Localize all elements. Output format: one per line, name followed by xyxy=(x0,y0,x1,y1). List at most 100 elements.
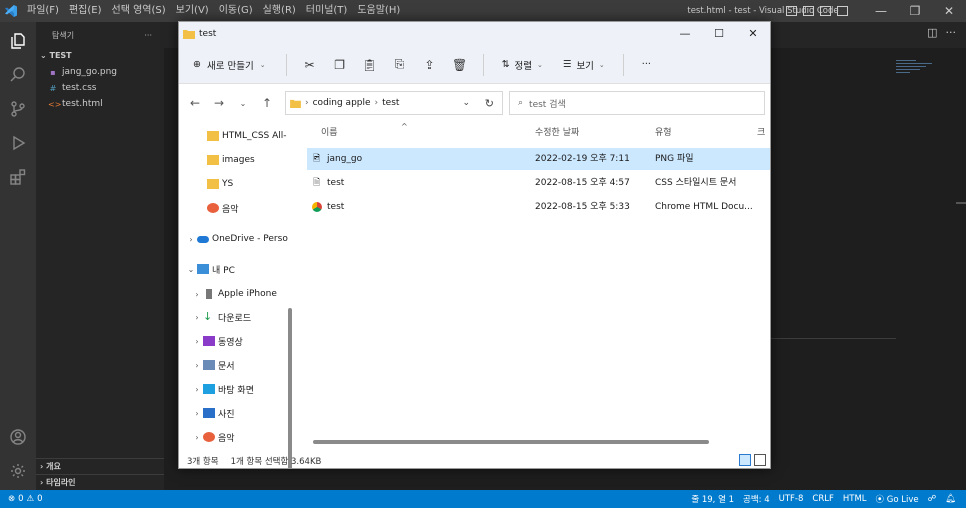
paste-icon[interactable]: 📋︎ xyxy=(355,53,385,77)
search-input[interactable]: ⌕ test 검색 xyxy=(509,91,765,115)
explorer-maximize-button[interactable]: ☐ xyxy=(702,22,736,46)
menu-file[interactable]: 파일(F) xyxy=(22,0,64,22)
nav-item-onedrive[interactable]: › OneDrive - Perso xyxy=(185,229,287,249)
minimap[interactable] xyxy=(896,60,956,94)
horizontal-scrollbar[interactable] xyxy=(313,440,709,444)
chevron-right-icon[interactable]: › xyxy=(191,361,203,370)
menu-selection[interactable]: 선택 영역(S) xyxy=(107,0,171,22)
nav-item-music-2[interactable]: › 음악 xyxy=(191,427,235,447)
sort-button[interactable]: ⇅ 정렬 ⌄ xyxy=(492,58,553,72)
menu-help[interactable]: 도움말(H) xyxy=(352,0,405,22)
column-size[interactable]: 크기 xyxy=(757,122,770,160)
restore-button[interactable]: ❐ xyxy=(898,0,932,22)
nav-item-this-pc[interactable]: ⌄ 내 PC xyxy=(185,259,235,279)
toggle-secondary-sidebar-icon[interactable] xyxy=(820,6,831,16)
run-debug-icon[interactable] xyxy=(0,126,36,160)
chevron-right-icon[interactable]: › xyxy=(191,409,203,418)
rename-icon[interactable]: ⎘ xyxy=(385,53,415,77)
column-name[interactable]: 이름 xyxy=(321,122,338,144)
menu-terminal[interactable]: 터미널(T) xyxy=(301,0,353,22)
indentation[interactable]: 공백: 4 xyxy=(743,493,770,505)
more-options-button[interactable]: ··· xyxy=(632,59,661,70)
chevron-right-icon[interactable]: › xyxy=(191,337,203,346)
nav-item-videos[interactable]: › 동영상 xyxy=(191,331,243,351)
notifications-bell-icon[interactable]: 🔔︎ xyxy=(945,494,956,504)
chevron-right-icon[interactable]: › xyxy=(191,290,203,299)
chevron-right-icon[interactable]: › xyxy=(191,313,203,322)
sidebar-more-icon[interactable]: ··· xyxy=(144,31,152,40)
minimize-button[interactable]: — xyxy=(864,0,898,22)
encoding[interactable]: UTF-8 xyxy=(779,494,804,504)
extensions-icon[interactable] xyxy=(0,160,36,194)
nav-scrollbar[interactable] xyxy=(288,308,292,468)
chevron-right-icon[interactable]: › xyxy=(191,385,203,394)
close-button[interactable]: ✕ xyxy=(932,0,966,22)
menu-go[interactable]: 이동(G) xyxy=(214,0,258,22)
nav-item-documents[interactable]: › 문서 xyxy=(191,355,235,375)
file-row-test-html[interactable]: test 2022-08-15 오후 5:33 Chrome HTML Docu… xyxy=(307,196,770,218)
menu-run[interactable]: 실행(R) xyxy=(258,0,301,22)
source-control-icon[interactable] xyxy=(0,92,36,126)
file-test-html[interactable]: <> test.html xyxy=(36,96,164,112)
cut-icon[interactable]: ✂ xyxy=(295,53,325,77)
file-test-css[interactable]: # test.css xyxy=(36,80,164,96)
toggle-sidebar-icon[interactable] xyxy=(786,6,797,16)
explorer-files-icon[interactable] xyxy=(0,24,36,58)
nav-item-music[interactable]: 음악 xyxy=(207,198,239,218)
breadcrumb-coding-apple[interactable]: coding apple xyxy=(313,98,371,108)
editor-scrollbar[interactable] xyxy=(956,202,966,204)
chevron-right-icon[interactable]: › xyxy=(185,235,197,244)
nav-item-ys[interactable]: YS xyxy=(207,174,233,194)
toggle-panel-icon[interactable] xyxy=(803,6,814,16)
chevron-down-icon[interactable]: ⌄ xyxy=(185,265,197,274)
nav-item-pictures[interactable]: › 사진 xyxy=(191,403,235,423)
breadcrumb-test[interactable]: test xyxy=(382,98,399,108)
file-row-jang-go[interactable]: 🖻︎ jang_go 2022-02-19 오후 7:11 PNG 파일 xyxy=(307,148,770,170)
details-view-icon[interactable] xyxy=(739,454,751,466)
file-row-test-css[interactable]: 🗎︎ test 2022-08-15 오후 4:57 CSS 스타일시트 문서 xyxy=(307,172,770,194)
split-editor-icon[interactable]: ◫ xyxy=(927,26,937,39)
feedback-icon[interactable]: ☍ xyxy=(928,494,937,504)
column-date[interactable]: 수정한 날짜 xyxy=(535,122,579,144)
cursor-position[interactable]: 줄 19, 열 1 xyxy=(691,493,734,505)
address-dropdown-icon[interactable]: ⌄ xyxy=(462,98,470,108)
nav-item-images[interactable]: images xyxy=(207,150,255,170)
view-button[interactable]: ☰ 보기 ⌄ xyxy=(553,58,615,72)
back-arrow-icon[interactable]: ← xyxy=(183,96,207,110)
address-bar[interactable]: › coding apple › test ⌄ ↻ xyxy=(285,91,503,115)
account-icon[interactable] xyxy=(0,420,36,454)
share-icon[interactable]: ⇪ xyxy=(415,53,445,77)
explorer-minimize-button[interactable]: — xyxy=(668,22,702,46)
more-actions-icon[interactable]: ··· xyxy=(946,26,957,39)
new-button[interactable]: ⊕ 새로 만들기 ⌄ xyxy=(193,58,278,72)
file-list: 이름 ^ 수정한 날짜 유형 크기 🖻︎ jang_go 2022-02-19 … xyxy=(297,122,770,452)
explorer-close-button[interactable]: ✕ xyxy=(736,22,770,46)
delete-trash-icon[interactable]: 🗑︎ xyxy=(445,53,475,77)
end-of-line[interactable]: CRLF xyxy=(812,494,833,504)
folder-test-header[interactable]: ⌄ TEST xyxy=(36,48,164,64)
copy-icon[interactable]: ❐ xyxy=(325,53,355,77)
outline-section[interactable]: › 개요 xyxy=(36,458,164,475)
settings-gear-icon[interactable] xyxy=(0,454,36,488)
file-jang-go-png[interactable]: ▪ jang_go.png xyxy=(36,64,164,80)
nav-item-desktop[interactable]: › 바탕 화면 xyxy=(191,379,254,399)
recent-locations-icon[interactable]: ⌄ xyxy=(231,99,255,108)
menu-edit[interactable]: 편집(E) xyxy=(64,0,107,22)
search-icon[interactable] xyxy=(0,58,36,92)
forward-arrow-icon[interactable]: → xyxy=(207,96,231,110)
nav-item-html-css[interactable]: HTML_CSS All- xyxy=(207,126,287,146)
large-icons-view-icon[interactable] xyxy=(754,454,766,466)
chevron-right-icon[interactable]: › xyxy=(191,433,203,442)
column-type[interactable]: 유형 xyxy=(655,122,672,144)
document-icon xyxy=(203,360,215,370)
customize-layout-icon[interactable] xyxy=(837,6,848,16)
timeline-section[interactable]: › 타임라인 xyxy=(36,474,164,491)
go-live-button[interactable]: ⦿ Go Live xyxy=(876,493,919,505)
up-arrow-icon[interactable]: ↑ xyxy=(255,96,279,110)
language-mode[interactable]: HTML xyxy=(843,494,867,504)
problems-indicator[interactable]: ⊗ 0 ⚠ 0 xyxy=(0,494,43,504)
menu-view[interactable]: 보기(V) xyxy=(171,0,214,22)
refresh-icon[interactable]: ↻ xyxy=(485,97,494,110)
nav-item-iphone[interactable]: › Apple iPhone xyxy=(191,284,277,304)
nav-item-downloads[interactable]: › ↓ 다운로드 xyxy=(191,307,251,327)
